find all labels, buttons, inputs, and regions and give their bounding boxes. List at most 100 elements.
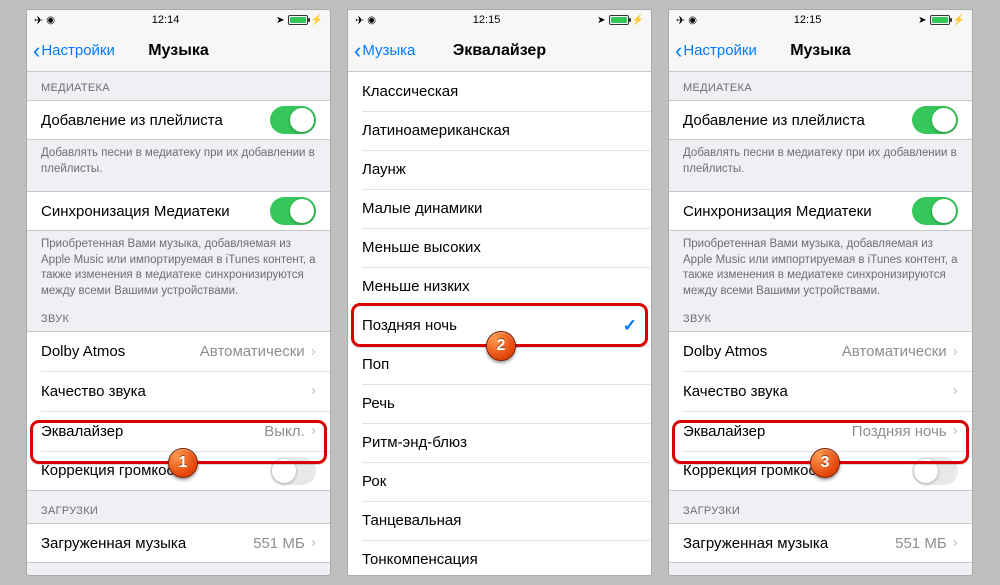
- section-library: МЕДИАТЕКА: [27, 72, 330, 100]
- row-dolby-atmos[interactable]: Dolby Atmos Автоматически›: [27, 331, 330, 371]
- toggle-on[interactable]: [912, 106, 958, 134]
- row-value: Выкл.: [264, 423, 304, 440]
- location-icon: ➤: [597, 15, 605, 26]
- eq-option[interactable]: Ритм-энд-блюз: [348, 423, 651, 462]
- toggle-on[interactable]: [270, 106, 316, 134]
- row-label: Качество звука: [41, 383, 146, 400]
- row-dolby-atmos[interactable]: Dolby Atmos Автоматически›: [669, 331, 972, 371]
- row-label: Dolby Atmos: [41, 343, 125, 360]
- chevron-left-icon: ‹: [354, 40, 361, 62]
- status-time: 12:14: [152, 14, 180, 26]
- row-value: Поздняя ночь: [852, 423, 947, 440]
- location-icon: ➤: [276, 15, 284, 26]
- row-value: 551 МБ: [253, 535, 305, 552]
- nav-bar: ‹ Настройки Музыка: [669, 30, 972, 72]
- back-button[interactable]: ‹ Настройки: [675, 40, 757, 62]
- chevron-left-icon: ‹: [675, 40, 682, 62]
- eq-option[interactable]: Поп: [348, 345, 651, 384]
- nav-bar: ‹ Настройки Музыка: [27, 30, 330, 72]
- row-quality[interactable]: Качество звука ›: [27, 371, 330, 411]
- equalizer-list[interactable]: Классическая Латиноамериканская Лаунж Малые…: [348, 72, 651, 575]
- eq-option[interactable]: Танцевальная: [348, 501, 651, 540]
- toggle-on[interactable]: [270, 197, 316, 225]
- section-sound: ЗВУК: [669, 299, 972, 331]
- row-label: Добавление из плейлиста: [683, 112, 865, 129]
- back-button[interactable]: ‹ Музыка: [354, 40, 415, 62]
- charging-icon: ⚡: [953, 15, 965, 26]
- chevron-left-icon: ‹: [33, 40, 40, 62]
- back-button[interactable]: ‹ Настройки: [33, 40, 115, 62]
- status-bar: ✈︎ ◉ 12:15 ➤ ⚡: [348, 10, 651, 30]
- row-label: Эквалайзер: [683, 423, 765, 440]
- eq-option[interactable]: Речь: [348, 384, 651, 423]
- screenshot-1: ✈︎ ◉ 12:14 ➤ ⚡ ‹ Настройки Музыка МЕДИАТ…: [27, 10, 330, 575]
- toggle-off[interactable]: [270, 457, 316, 485]
- chevron-right-icon: ›: [953, 535, 958, 551]
- location-icon: ➤: [918, 15, 926, 26]
- section-downloads: ЗАГРУЗКИ: [669, 491, 972, 523]
- row-label: Качество звука: [683, 383, 788, 400]
- row-sync-library[interactable]: Синхронизация Медиатеки: [669, 191, 972, 231]
- row-label: Синхронизация Медиатеки: [683, 203, 872, 220]
- chevron-right-icon: ›: [311, 383, 316, 399]
- eq-option-label: Поп: [362, 356, 389, 373]
- status-time: 12:15: [473, 14, 501, 26]
- footer-note: Приобретенная Вами музыка, добавляемая и…: [27, 231, 330, 299]
- eq-option-label: Меньше высоких: [362, 239, 481, 256]
- row-label: Добавление из плейлиста: [41, 112, 223, 129]
- charging-icon: ⚡: [632, 15, 644, 26]
- eq-option[interactable]: Классическая: [348, 72, 651, 111]
- eq-option[interactable]: Тонкомпенсация: [348, 540, 651, 575]
- eq-option[interactable]: Латиноамериканская: [348, 111, 651, 150]
- eq-option-label: Меньше низких: [362, 278, 470, 295]
- row-add-from-playlist[interactable]: Добавление из плейлиста: [669, 100, 972, 140]
- status-bar: ✈︎ ◉ 12:15 ➤ ⚡: [669, 10, 972, 30]
- row-quality[interactable]: Качество звука ›: [669, 371, 972, 411]
- chevron-right-icon: ›: [311, 535, 316, 551]
- section-sound: ЗВУК: [27, 299, 330, 331]
- row-label: Загруженная музыка: [683, 535, 828, 552]
- row-loudness[interactable]: Коррекция громкости: [669, 451, 972, 491]
- eq-option[interactable]: Малые динамики: [348, 189, 651, 228]
- eq-option-label: Речь: [362, 395, 395, 412]
- row-loudness[interactable]: Коррекция громкости: [27, 451, 330, 491]
- chevron-right-icon: ›: [311, 423, 316, 439]
- row-value: Автоматически: [200, 343, 305, 360]
- back-label: Музыка: [362, 42, 415, 59]
- wifi-icon: ◉: [46, 15, 55, 26]
- eq-option-label: Классическая: [362, 83, 458, 100]
- row-label: Загруженная музыка: [41, 535, 186, 552]
- row-label: Эквалайзер: [41, 423, 123, 440]
- status-time: 12:15: [794, 14, 822, 26]
- eq-option-label: Поздняя ночь: [362, 317, 457, 334]
- row-add-from-playlist[interactable]: Добавление из плейлиста: [27, 100, 330, 140]
- eq-option[interactable]: Лаунж: [348, 150, 651, 189]
- wifi-icon: ◉: [367, 15, 376, 26]
- row-downloaded-music[interactable]: Загруженная музыка 551 МБ›: [669, 523, 972, 563]
- status-bar: ✈︎ ◉ 12:14 ➤ ⚡: [27, 10, 330, 30]
- eq-option[interactable]: Рок: [348, 462, 651, 501]
- checkmark-icon: ✓: [623, 316, 637, 336]
- eq-option[interactable]: Меньше высоких: [348, 228, 651, 267]
- row-sync-library[interactable]: Синхронизация Медиатеки: [27, 191, 330, 231]
- wifi-icon: ◉: [688, 15, 697, 26]
- eq-option-label: Ритм-энд-блюз: [362, 434, 467, 451]
- eq-option[interactable]: Поздняя ночь ✓: [348, 306, 651, 345]
- row-equalizer[interactable]: Эквалайзер Выкл. ›: [27, 411, 330, 451]
- footer-note: Добавлять песни в медиатеку при их добав…: [27, 140, 330, 177]
- toggle-off[interactable]: [912, 457, 958, 485]
- airplane-icon: ✈︎: [34, 14, 43, 27]
- section-library: МЕДИАТЕКА: [669, 72, 972, 100]
- charging-icon: ⚡: [311, 15, 323, 26]
- chevron-right-icon: ›: [953, 383, 958, 399]
- settings-content: МЕДИАТЕКА Добавление из плейлиста Добавл…: [27, 72, 330, 575]
- eq-option-label: Малые динамики: [362, 200, 482, 217]
- eq-option-label: Тонкомпенсация: [362, 551, 478, 568]
- row-equalizer[interactable]: Эквалайзер Поздняя ночь›: [669, 411, 972, 451]
- eq-option[interactable]: Меньше низких: [348, 267, 651, 306]
- eq-option-label: Латиноамериканская: [362, 122, 510, 139]
- section-downloads: ЗАГРУЗКИ: [27, 491, 330, 523]
- toggle-on[interactable]: [912, 197, 958, 225]
- row-downloaded-music[interactable]: Загруженная музыка 551 МБ ›: [27, 523, 330, 563]
- battery-icon: [288, 15, 308, 25]
